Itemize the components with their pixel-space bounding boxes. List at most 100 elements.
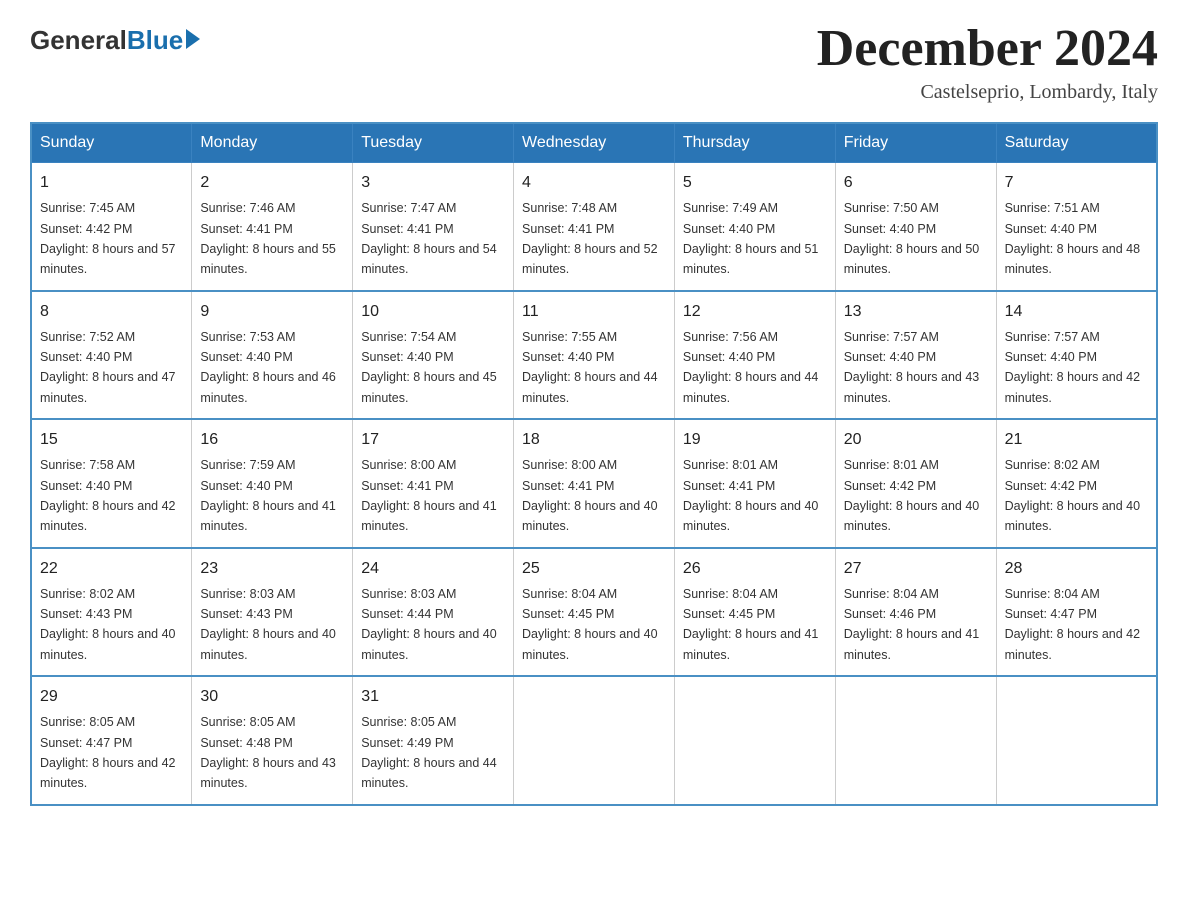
- calendar-cell: 2 Sunrise: 7:46 AMSunset: 4:41 PMDaylight…: [192, 163, 353, 291]
- day-header-monday: Monday: [192, 123, 353, 163]
- calendar-cell: 6 Sunrise: 7:50 AMSunset: 4:40 PMDaylight…: [835, 163, 996, 291]
- day-number: 30: [200, 685, 344, 709]
- day-info: Sunrise: 7:58 AMSunset: 4:40 PMDaylight:…: [40, 458, 176, 533]
- logo: General Blue: [30, 20, 200, 56]
- day-info: Sunrise: 8:05 AMSunset: 4:47 PMDaylight:…: [40, 715, 176, 790]
- day-info: Sunrise: 8:01 AMSunset: 4:41 PMDaylight:…: [683, 458, 819, 533]
- logo-arrow-icon: [186, 29, 200, 49]
- day-number: 24: [361, 557, 505, 581]
- day-info: Sunrise: 7:54 AMSunset: 4:40 PMDaylight:…: [361, 330, 497, 405]
- day-info: Sunrise: 7:51 AMSunset: 4:40 PMDaylight:…: [1005, 201, 1141, 276]
- month-title: December 2024: [817, 20, 1158, 77]
- calendar-cell: [674, 676, 835, 805]
- calendar-cell: 11 Sunrise: 7:55 AMSunset: 4:40 PMDayligh…: [514, 291, 675, 420]
- day-info: Sunrise: 7:53 AMSunset: 4:40 PMDaylight:…: [200, 330, 336, 405]
- day-number: 20: [844, 428, 988, 452]
- calendar-cell: 14Sunrise: 7:57 AMSunset: 4:40 PMDayligh…: [996, 291, 1157, 420]
- day-info: Sunrise: 7:46 AMSunset: 4:41 PMDaylight:…: [200, 201, 336, 276]
- day-info: Sunrise: 8:02 AMSunset: 4:43 PMDaylight:…: [40, 587, 176, 662]
- logo-general-text: General: [30, 25, 127, 56]
- calendar-cell: 13Sunrise: 7:57 AMSunset: 4:40 PMDayligh…: [835, 291, 996, 420]
- day-header-friday: Friday: [835, 123, 996, 163]
- day-header-tuesday: Tuesday: [353, 123, 514, 163]
- day-info: Sunrise: 8:03 AMSunset: 4:43 PMDaylight:…: [200, 587, 336, 662]
- day-number: 7: [1005, 171, 1148, 195]
- calendar-cell: 10Sunrise: 7:54 AMSunset: 4:40 PMDayligh…: [353, 291, 514, 420]
- calendar-cell: 7 Sunrise: 7:51 AMSunset: 4:40 PMDaylight…: [996, 163, 1157, 291]
- day-info: Sunrise: 8:00 AMSunset: 4:41 PMDaylight:…: [361, 458, 497, 533]
- day-number: 1: [40, 171, 183, 195]
- day-number: 12: [683, 300, 827, 324]
- day-info: Sunrise: 8:04 AMSunset: 4:45 PMDaylight:…: [522, 587, 658, 662]
- day-number: 16: [200, 428, 344, 452]
- day-info: Sunrise: 7:45 AMSunset: 4:42 PMDaylight:…: [40, 201, 176, 276]
- day-header-thursday: Thursday: [674, 123, 835, 163]
- calendar-cell: 17Sunrise: 8:00 AMSunset: 4:41 PMDayligh…: [353, 419, 514, 548]
- logo-blue-part: Blue: [127, 25, 200, 56]
- day-info: Sunrise: 7:52 AMSunset: 4:40 PMDaylight:…: [40, 330, 176, 405]
- day-number: 26: [683, 557, 827, 581]
- day-number: 5: [683, 171, 827, 195]
- day-number: 4: [522, 171, 666, 195]
- week-row-2: 8 Sunrise: 7:52 AMSunset: 4:40 PMDaylight…: [31, 291, 1157, 420]
- day-number: 3: [361, 171, 505, 195]
- day-info: Sunrise: 8:04 AMSunset: 4:45 PMDaylight:…: [683, 587, 819, 662]
- location-text: Castelseprio, Lombardy, Italy: [817, 81, 1158, 104]
- week-row-1: 1 Sunrise: 7:45 AMSunset: 4:42 PMDaylight…: [31, 163, 1157, 291]
- day-number: 25: [522, 557, 666, 581]
- calendar-cell: [835, 676, 996, 805]
- day-number: 13: [844, 300, 988, 324]
- calendar-cell: 8 Sunrise: 7:52 AMSunset: 4:40 PMDaylight…: [31, 291, 192, 420]
- day-info: Sunrise: 8:04 AMSunset: 4:47 PMDaylight:…: [1005, 587, 1141, 662]
- calendar-cell: 5 Sunrise: 7:49 AMSunset: 4:40 PMDaylight…: [674, 163, 835, 291]
- day-info: Sunrise: 8:01 AMSunset: 4:42 PMDaylight:…: [844, 458, 980, 533]
- day-number: 28: [1005, 557, 1148, 581]
- calendar-cell: [514, 676, 675, 805]
- day-number: 31: [361, 685, 505, 709]
- calendar-cell: 24 Sunrise: 8:03 AMSunset: 4:44 PMDayligh…: [353, 548, 514, 677]
- calendar-cell: 22 Sunrise: 8:02 AMSunset: 4:43 PMDayligh…: [31, 548, 192, 677]
- day-number: 27: [844, 557, 988, 581]
- day-number: 6: [844, 171, 988, 195]
- day-number: 22: [40, 557, 183, 581]
- calendar-cell: 15Sunrise: 7:58 AMSunset: 4:40 PMDayligh…: [31, 419, 192, 548]
- day-info: Sunrise: 7:48 AMSunset: 4:41 PMDaylight:…: [522, 201, 658, 276]
- calendar-table: SundayMondayTuesdayWednesdayThursdayFrid…: [30, 122, 1158, 806]
- calendar-cell: 26 Sunrise: 8:04 AMSunset: 4:45 PMDayligh…: [674, 548, 835, 677]
- day-number: 18: [522, 428, 666, 452]
- day-number: 14: [1005, 300, 1148, 324]
- day-number: 2: [200, 171, 344, 195]
- calendar-cell: 30 Sunrise: 8:05 AMSunset: 4:48 PMDayligh…: [192, 676, 353, 805]
- day-header-sunday: Sunday: [31, 123, 192, 163]
- week-row-5: 29Sunrise: 8:05 AMSunset: 4:47 PMDayligh…: [31, 676, 1157, 805]
- calendar-cell: 9 Sunrise: 7:53 AMSunset: 4:40 PMDaylight…: [192, 291, 353, 420]
- day-info: Sunrise: 8:04 AMSunset: 4:46 PMDaylight:…: [844, 587, 980, 662]
- day-info: Sunrise: 7:56 AMSunset: 4:40 PMDaylight:…: [683, 330, 819, 405]
- day-number: 23: [200, 557, 344, 581]
- day-info: Sunrise: 8:00 AMSunset: 4:41 PMDaylight:…: [522, 458, 658, 533]
- logo-text: General Blue: [30, 25, 200, 56]
- calendar-cell: 21Sunrise: 8:02 AMSunset: 4:42 PMDayligh…: [996, 419, 1157, 548]
- day-number: 9: [200, 300, 344, 324]
- calendar-cell: 29Sunrise: 8:05 AMSunset: 4:47 PMDayligh…: [31, 676, 192, 805]
- day-info: Sunrise: 7:47 AMSunset: 4:41 PMDaylight:…: [361, 201, 497, 276]
- calendar-cell: 31 Sunrise: 8:05 AMSunset: 4:49 PMDayligh…: [353, 676, 514, 805]
- day-number: 19: [683, 428, 827, 452]
- day-info: Sunrise: 8:03 AMSunset: 4:44 PMDaylight:…: [361, 587, 497, 662]
- calendar-cell: [996, 676, 1157, 805]
- day-info: Sunrise: 7:50 AMSunset: 4:40 PMDaylight:…: [844, 201, 980, 276]
- calendar-cell: 1 Sunrise: 7:45 AMSunset: 4:42 PMDaylight…: [31, 163, 192, 291]
- day-number: 11: [522, 300, 666, 324]
- day-info: Sunrise: 8:05 AMSunset: 4:49 PMDaylight:…: [361, 715, 497, 790]
- calendar-cell: 4 Sunrise: 7:48 AMSunset: 4:41 PMDaylight…: [514, 163, 675, 291]
- day-header-wednesday: Wednesday: [514, 123, 675, 163]
- calendar-cell: 28 Sunrise: 8:04 AMSunset: 4:47 PMDayligh…: [996, 548, 1157, 677]
- calendar-cell: 18 Sunrise: 8:00 AMSunset: 4:41 PMDayligh…: [514, 419, 675, 548]
- day-info: Sunrise: 7:49 AMSunset: 4:40 PMDaylight:…: [683, 201, 819, 276]
- day-number: 8: [40, 300, 183, 324]
- days-header-row: SundayMondayTuesdayWednesdayThursdayFrid…: [31, 123, 1157, 163]
- calendar-cell: 27 Sunrise: 8:04 AMSunset: 4:46 PMDayligh…: [835, 548, 996, 677]
- calendar-cell: 19 Sunrise: 8:01 AMSunset: 4:41 PMDayligh…: [674, 419, 835, 548]
- day-info: Sunrise: 8:05 AMSunset: 4:48 PMDaylight:…: [200, 715, 336, 790]
- day-info: Sunrise: 7:55 AMSunset: 4:40 PMDaylight:…: [522, 330, 658, 405]
